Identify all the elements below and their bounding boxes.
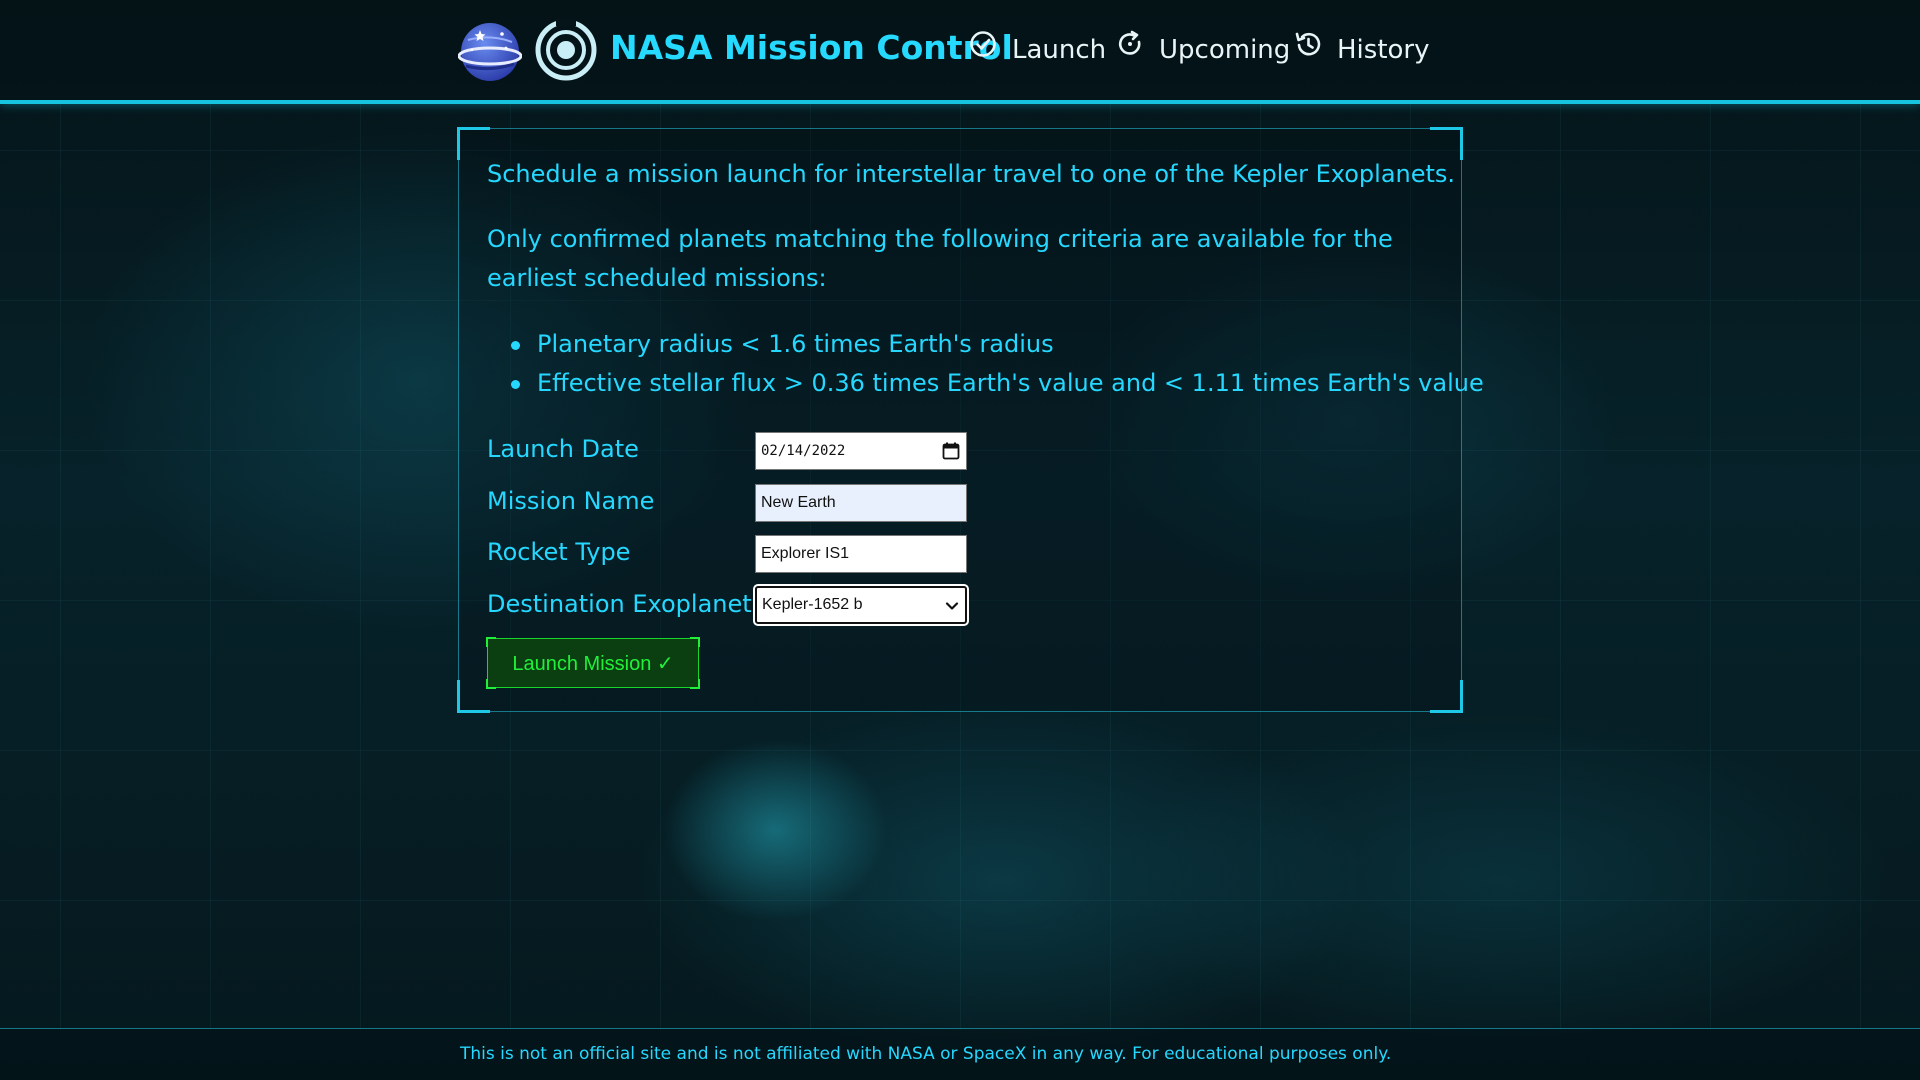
button-corner bbox=[486, 679, 496, 689]
nav-upcoming-label: Upcoming bbox=[1159, 35, 1291, 65]
mission-name-input[interactable]: New Earth bbox=[755, 484, 967, 522]
destination-exoplanet-value: Kepler-1652 b bbox=[762, 596, 863, 613]
panel-corner bbox=[1430, 680, 1463, 713]
button-corner bbox=[486, 637, 496, 647]
launch-panel: Schedule a mission launch for interstell… bbox=[457, 127, 1484, 713]
rocket-type-input[interactable]: Explorer IS1 bbox=[755, 535, 967, 573]
app-header: NASA Mission Control Launch Upcoming His… bbox=[0, 0, 1920, 104]
criteria-item: Planetary radius < 1.6 times Earth's rad… bbox=[487, 325, 1484, 364]
launch-date-label: Launch Date bbox=[487, 435, 639, 463]
criteria-intro-paragraph: Only confirmed planets matching the foll… bbox=[487, 225, 1393, 292]
calendar-icon[interactable] bbox=[942, 442, 960, 460]
nav-history[interactable]: History bbox=[1293, 30, 1430, 70]
criteria-item: Effective stellar flux > 0.36 times Eart… bbox=[487, 364, 1484, 403]
button-corner bbox=[690, 679, 700, 689]
target-rings-icon bbox=[535, 18, 597, 81]
planet-logo-icon bbox=[458, 23, 522, 81]
launch-date-value: 02/14/2022 bbox=[761, 443, 846, 459]
nav-launch[interactable]: Launch bbox=[968, 30, 1106, 70]
launch-mission-button-label: Launch Mission ✓ bbox=[512, 652, 674, 675]
check-circle-icon bbox=[970, 31, 996, 57]
nav-launch-label: Launch bbox=[1012, 35, 1107, 65]
chevron-down-icon bbox=[945, 602, 959, 610]
destination-exoplanet-label: Destination Exoplanet bbox=[487, 590, 752, 618]
page-footer: This is not an official site and is not … bbox=[0, 1028, 1920, 1080]
rocket-type-value: Explorer IS1 bbox=[761, 545, 850, 562]
mission-name-value: New Earth bbox=[761, 494, 836, 511]
intro-paragraph: Schedule a mission launch for interstell… bbox=[487, 160, 1456, 188]
app-title: NASA Mission Control bbox=[610, 28, 1013, 67]
nav-upcoming[interactable]: Upcoming bbox=[1115, 30, 1290, 70]
history-icon bbox=[1295, 32, 1321, 56]
criteria-list: Planetary radius < 1.6 times Earth's rad… bbox=[487, 325, 1484, 403]
refresh-icon bbox=[1118, 30, 1141, 55]
button-corner bbox=[690, 637, 700, 647]
panel-corner bbox=[457, 127, 490, 160]
launch-mission-button[interactable]: Launch Mission ✓ bbox=[486, 637, 700, 689]
launch-date-input[interactable]: 02/14/2022 bbox=[755, 432, 967, 470]
mission-name-label: Mission Name bbox=[487, 487, 655, 515]
nav-history-label: History bbox=[1337, 35, 1430, 65]
destination-exoplanet-select[interactable]: Kepler-1652 b bbox=[755, 586, 967, 624]
disclaimer-text: This is not an official site and is not … bbox=[460, 1044, 1392, 1064]
rocket-type-label: Rocket Type bbox=[487, 538, 631, 566]
